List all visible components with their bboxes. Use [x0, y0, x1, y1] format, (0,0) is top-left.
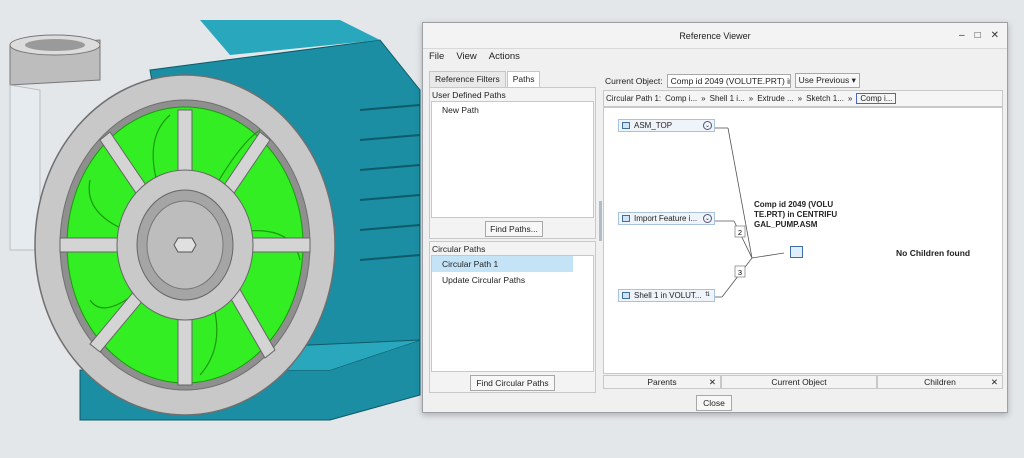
list-item[interactable]: New Path [432, 102, 593, 118]
tab-paths[interactable]: Paths [506, 71, 541, 87]
close-button[interactable]: Close [696, 395, 732, 411]
current-object-node-label: Comp id 2049 (VOLU TE.PRT) in CENTRIFU G… [754, 200, 854, 230]
children-column-header: Children ✕ [877, 375, 1003, 389]
chevron-right-icon: » [748, 94, 754, 103]
find-circular-paths-button[interactable]: Find Circular Paths [470, 375, 555, 391]
children-label: Children [924, 377, 956, 387]
shell-feature-icon [622, 292, 630, 299]
current-label-line: TE.PRT) in CENTRIFU [754, 210, 838, 219]
node-label: ASM_TOP [634, 121, 673, 130]
minimize-icon[interactable]: – [959, 30, 965, 41]
use-previous-value: Use Previous [798, 75, 850, 85]
chevron-right-icon: » [701, 94, 706, 103]
use-previous-dropdown[interactable]: Use Previous ▾ [794, 73, 860, 88]
node-label: Import Feature i... [634, 214, 698, 223]
graph-canvas[interactable]: 2 3 ASM_TOP ⌄ Import Feature i... ⌄ Shel… [603, 107, 1003, 374]
splitter-handle[interactable] [599, 201, 602, 241]
chevron-down-icon: ▾ [851, 75, 856, 85]
node-label: Shell 1 in VOLUT... [634, 291, 702, 300]
window-title: Reference Viewer [679, 31, 751, 41]
user-paths-title: User Defined Paths [432, 90, 506, 100]
current-object-label: Current Object: [605, 75, 663, 86]
menu-actions[interactable]: Actions [489, 51, 520, 62]
circular-paths-list[interactable]: Circular Path 1 Update Circular Paths [431, 255, 594, 372]
cycle-icon[interactable]: ⇅ [703, 291, 712, 300]
list-item[interactable]: Update Circular Paths [432, 272, 593, 288]
graph-edges: 2 3 [715, 127, 785, 298]
close-icon[interactable]: ✕ [991, 376, 998, 388]
datum-plane-icon [622, 122, 630, 129]
current-object-row: Current Object: Comp id 2049 (VOLUTE.PRT… [605, 73, 860, 88]
chevron-right-icon: » [797, 94, 803, 103]
chevron-right-icon: » [847, 94, 853, 103]
current-object-field[interactable]: Comp id 2049 (VOLUTE.PRT) in [666, 73, 791, 88]
parents-label: Parents [647, 377, 677, 387]
breadcrumb-item[interactable]: Sketch 1... [806, 94, 844, 103]
title-bar: Reference Viewer – □ ✕ [423, 23, 1007, 49]
maximize-icon[interactable]: □ [975, 30, 981, 41]
close-icon[interactable]: ✕ [709, 376, 716, 388]
parent-node-import-feature[interactable]: Import Feature i... ⌄ [618, 212, 715, 225]
circular-paths-title: Circular Paths [432, 244, 486, 254]
user-defined-paths-group: User Defined Paths New Path Find Paths..… [429, 87, 596, 239]
menu-file[interactable]: File [429, 51, 444, 62]
list-item[interactable]: Circular Path 1 [432, 256, 573, 272]
current-label-line: GAL_PUMP.ASM [754, 220, 818, 229]
find-paths-button[interactable]: Find Paths... [485, 221, 543, 237]
reference-viewer-dialog: Reference Viewer – □ ✕ File View Actions… [422, 22, 1008, 413]
breadcrumb-label: Circular Path 1: [606, 94, 662, 103]
menu-bar: File View Actions [429, 51, 520, 62]
current-label: Current Object [771, 377, 827, 387]
parents-column-header: Parents ✕ [603, 375, 721, 389]
right-panel: Current Object: Comp id 2049 (VOLUTE.PRT… [603, 71, 1003, 393]
parent-node-shell[interactable]: Shell 1 in VOLUT... ⇅ [618, 289, 715, 302]
user-paths-list[interactable]: New Path [431, 101, 594, 218]
breadcrumb-item[interactable]: Comp i... [856, 93, 897, 104]
pump-model-illustration [9, 20, 421, 421]
current-column-header: Current Object [721, 375, 877, 389]
import-feature-icon [622, 215, 630, 222]
column-footer: Parents ✕ Current Object Children ✕ [603, 375, 1003, 389]
edge-label: 3 [738, 268, 742, 277]
no-children-text: No Children found [896, 248, 971, 258]
breadcrumb-item[interactable]: Comp i... [665, 94, 697, 103]
close-icon[interactable]: ✕ [991, 30, 999, 41]
part-icon[interactable] [790, 246, 803, 258]
tab-reference-filters[interactable]: Reference Filters [429, 71, 506, 87]
breadcrumb: Circular Path 1: Comp i...» Shell 1 i...… [603, 90, 1003, 107]
menu-view[interactable]: View [456, 51, 476, 62]
parent-node-asm-top[interactable]: ASM_TOP ⌄ [618, 119, 715, 132]
current-label-line: Comp id 2049 (VOLU [754, 200, 834, 209]
breadcrumb-item[interactable]: Shell 1 i... [710, 94, 745, 103]
breadcrumb-item[interactable]: Extrude ... [757, 94, 793, 103]
circular-paths-group: Circular Paths Circular Path 1 Update Ci… [429, 241, 596, 393]
edge-label: 2 [738, 228, 742, 237]
expand-icon[interactable]: ⌄ [703, 121, 712, 130]
left-panel: Reference Filters Paths User Defined Pat… [429, 71, 596, 393]
expand-icon[interactable]: ⌄ [703, 214, 712, 223]
